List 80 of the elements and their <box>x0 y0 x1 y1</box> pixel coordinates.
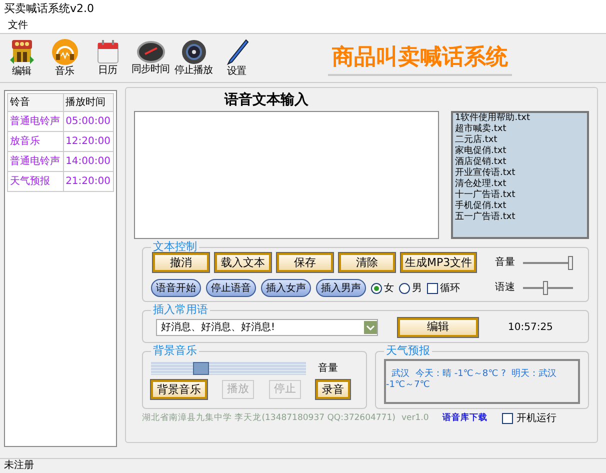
clock-text: 10:57:25 <box>508 320 553 334</box>
file-item[interactable]: 1软件使用帮助.txt <box>455 113 585 124</box>
version-text: ver1.0 <box>401 412 429 425</box>
file-item[interactable]: 酒店促销.txt <box>455 157 585 168</box>
group-title: 背景音乐 <box>152 345 198 357</box>
radio-button[interactable] <box>371 282 382 294</box>
music-button[interactable]: 背景音乐 <box>151 380 207 399</box>
toolbar-button[interactable]: 编辑 <box>0 38 43 78</box>
table-cell[interactable]: 普通电铃声 <box>8 152 64 172</box>
file-item[interactable]: 开业宣传语.txt <box>455 168 585 179</box>
voice-button[interactable]: 插入女声 <box>261 279 311 297</box>
column-header: 铃音 <box>8 94 64 112</box>
calendar-icon <box>96 39 120 65</box>
table-cell[interactable]: 天气预报 <box>8 172 64 192</box>
toolbar-button[interactable]: 设置 <box>215 38 258 78</box>
status-bar: 未注册 <box>0 458 606 473</box>
file-item[interactable]: 家电促俏.txt <box>455 146 585 157</box>
edit-button[interactable]: 编辑 <box>398 318 478 336</box>
slider-label: 音量 <box>318 362 338 376</box>
table-cell[interactable]: 14:00:00 <box>63 152 114 172</box>
voice-button[interactable]: 停止语音 <box>206 279 256 297</box>
voice-button[interactable]: 语音开始 <box>151 279 201 297</box>
voice-button[interactable]: 插入男声 <box>316 279 366 297</box>
file-item[interactable]: 手机促俏.txt <box>455 201 585 212</box>
window-title: 买卖喊话系统v2.0 <box>0 0 606 17</box>
group-title: 天气预报 <box>385 345 431 357</box>
slider-thumb[interactable] <box>568 256 572 270</box>
radio-button[interactable] <box>399 282 410 294</box>
file-item[interactable]: 十一广告语.txt <box>455 190 585 201</box>
checkbox-label: 循环 <box>440 282 460 296</box>
toolbar-button[interactable]: 音乐 <box>43 38 86 78</box>
slider[interactable] <box>523 256 573 270</box>
column-header: 播放时间 <box>63 94 114 112</box>
slider-label: 语速 <box>495 280 515 295</box>
editor-title: 语音文本输入 <box>223 90 310 110</box>
slider[interactable] <box>151 362 306 375</box>
download-link[interactable]: 语音库下载 <box>442 412 488 425</box>
shop-icon <box>8 38 34 66</box>
group-title: 文本控制 <box>152 241 198 253</box>
text-input[interactable] <box>134 111 439 239</box>
author-text: 湖北省南漳县九集中学 李天龙(13487180937 QQ:372604771) <box>142 412 396 425</box>
music-button: 播放 <box>222 380 254 399</box>
text-button[interactable]: 生成MP3文件 <box>401 253 476 272</box>
slider-label: 音量 <box>495 256 515 270</box>
radio-label: 女 <box>384 282 394 296</box>
stop-icon <box>180 39 206 65</box>
table-cell[interactable]: 放音乐 <box>8 132 64 152</box>
banner-title: 商品叫卖喊话系统 <box>328 40 512 76</box>
slider-thumb[interactable] <box>542 280 548 294</box>
checkbox[interactable] <box>502 413 513 424</box>
table-cell[interactable]: 12:20:00 <box>63 132 114 152</box>
headphones-icon <box>50 38 78 66</box>
toolbar-button[interactable]: 日历 <box>86 39 129 77</box>
toolbar-button[interactable]: 同步时间 <box>129 40 172 76</box>
file-item[interactable]: 超市喊卖.txt <box>455 124 585 135</box>
menu-item[interactable]: 文件 <box>4 17 32 33</box>
gauge-icon <box>136 40 164 64</box>
weather-text: 武汉 今天：晴 -1℃～8℃ ? 明天：武汉 -1℃～7℃ <box>384 359 580 404</box>
phrase-dropdown[interactable]: 好消息、好消息、好消息! <box>156 318 378 336</box>
group-title: 插入常用语 <box>152 304 209 316</box>
music-button: 停止 <box>269 380 301 399</box>
file-item[interactable]: 五一广告语.txt <box>455 212 585 223</box>
file-list[interactable]: 1软件使用帮助.txt 超市喊卖.txt 二元店.txt 家电促俏.txt 酒店促销.txt 开业宣传语.txt 清仓处理.txt 十一广告语.txt 手机促俏.txt 五一广告语.txt <box>451 111 589 239</box>
table-cell[interactable]: 普通电铃声 <box>8 112 64 132</box>
file-item[interactable]: 清仓处理.txt <box>455 179 585 190</box>
toolbar-button[interactable]: 停止播放 <box>172 39 215 77</box>
chevron-down-icon <box>364 320 377 334</box>
table-cell[interactable]: 21:20:00 <box>63 172 114 192</box>
checkbox-label: 开机运行 <box>516 412 557 426</box>
text-button[interactable]: 载入文本 <box>215 253 271 272</box>
file-item[interactable]: 二元店.txt <box>455 135 585 146</box>
slider[interactable] <box>523 280 573 294</box>
radio-label: 男 <box>412 282 422 296</box>
text-button[interactable]: 撤消 <box>153 253 209 272</box>
table-cell[interactable]: 05:00:00 <box>63 112 114 132</box>
text-button[interactable]: 保存 <box>277 253 333 272</box>
checkbox[interactable] <box>427 282 438 294</box>
text-button[interactable]: 清除 <box>339 253 395 272</box>
slider-thumb[interactable] <box>192 362 209 375</box>
music-button[interactable]: 录音 <box>316 380 350 399</box>
